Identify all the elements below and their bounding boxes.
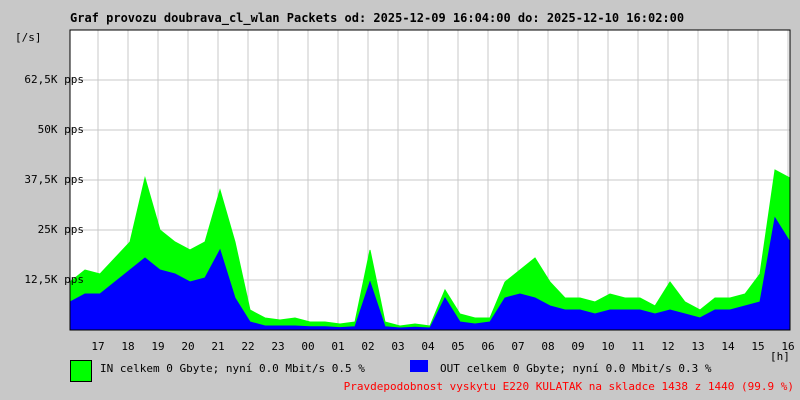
x-tick-label: 07 [511, 340, 525, 353]
x-tick-label: 14 [721, 340, 735, 353]
x-tick-label: 09 [571, 340, 585, 353]
x-tick-label: 23 [271, 340, 285, 353]
x-tick-label: 02 [361, 340, 375, 353]
x-tick-label: 22 [241, 340, 255, 353]
y-tick-label: 12,5K pps [24, 273, 84, 286]
x-tick-label: 20 [181, 340, 195, 353]
x-tick-label: 15 [751, 340, 765, 353]
x-tick-label: 10 [601, 340, 615, 353]
x-tick-label: 00 [301, 340, 315, 353]
y-tick-label: 25K pps [37, 223, 84, 236]
x-tick-label: 08 [541, 340, 555, 353]
x-tick-label: 12 [661, 340, 675, 353]
x-tick-label: 17 [91, 340, 105, 353]
x-tick-label: 03 [391, 340, 405, 353]
footer-note: Pravdepodobnost vyskytu E220 KULATAK na … [343, 380, 794, 393]
x-tick-label: 13 [691, 340, 705, 353]
y-tick-label: 62,5K pps [24, 73, 84, 86]
x-tick-label: 06 [481, 340, 495, 353]
x-tick-label: 11 [631, 340, 645, 353]
x-tick-label: 21 [211, 340, 225, 353]
legend-in-swatch [70, 360, 92, 382]
legend-in-label: IN celkem 0 Gbyte; nyní 0.0 Mbit/s 0.5 % [100, 362, 365, 375]
x-axis-unit: [h] [770, 350, 790, 363]
x-tick-label: 18 [121, 340, 135, 353]
x-tick-label: 01 [331, 340, 345, 353]
y-tick-label: 37,5K pps [24, 173, 84, 186]
legend-out-swatch [410, 360, 428, 372]
x-tick-label: 19 [151, 340, 165, 353]
x-tick-label: 05 [451, 340, 465, 353]
x-tick-label: 04 [421, 340, 435, 353]
legend-out-label: OUT celkem 0 Gbyte; nyní 0.0 Mbit/s 0.3 … [440, 362, 712, 375]
y-tick-label: 50K pps [37, 123, 84, 136]
traffic-graph: Graf provozu doubrava_cl_wlan Packets od… [0, 0, 800, 400]
